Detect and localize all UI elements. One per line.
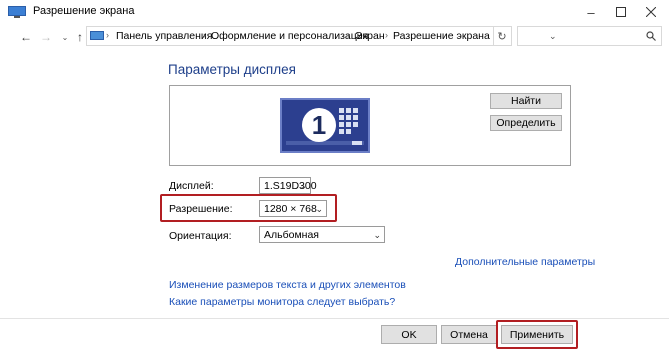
orientation-select[interactable]: Альбомная ⌄ <box>259 226 385 243</box>
forward-button[interactable]: → <box>39 28 53 46</box>
maximize-button[interactable] <box>606 0 636 24</box>
chevron-down-icon: ⌄ <box>315 204 323 214</box>
close-button[interactable] <box>636 0 666 24</box>
breadcrumb-appearance[interactable]: Оформление и персонализация <box>211 30 368 42</box>
breadcrumb-screen-resolution[interactable]: Разрешение экрана <box>393 30 490 42</box>
close-icon <box>646 7 656 17</box>
orientation-label: Ориентация: <box>169 230 232 242</box>
monitor-icon <box>8 6 26 18</box>
refresh-icon: ↻ <box>497 30 507 43</box>
monitor-number: 1 <box>311 109 327 140</box>
display-value: 1.S19D300 <box>264 179 317 192</box>
resolution-select[interactable]: 1280 × 768 ⌄ <box>259 200 327 217</box>
minimize-button[interactable]: – <box>576 0 606 24</box>
title-bar: Разрешение экрана – <box>0 0 669 24</box>
display-select[interactable]: 1.S19D300 ⌄ <box>259 177 317 194</box>
breadcrumb-control-panel[interactable]: Панель управления <box>116 30 212 42</box>
text-size-link[interactable]: Изменение размеров текста и других элеме… <box>169 279 406 291</box>
find-button[interactable]: Найти <box>490 93 562 109</box>
resolution-label: Разрешение: <box>169 203 233 215</box>
recent-locations-button[interactable]: ⌄ <box>58 28 72 46</box>
maximize-icon <box>616 7 626 17</box>
search-input[interactable] <box>517 26 662 46</box>
identify-button[interactable]: Определить <box>490 115 562 131</box>
breadcrumb-display[interactable]: Экран <box>355 30 385 42</box>
control-panel-icon <box>90 31 104 40</box>
breadcrumb-separator-icon: › <box>347 30 350 40</box>
display-preview-area: 1 Найти Определить <box>169 85 571 166</box>
resolution-value: 1280 × 768 <box>264 202 317 215</box>
cancel-button[interactable]: Отмена <box>441 325 497 344</box>
ok-button[interactable]: OK <box>381 325 437 344</box>
address-bar[interactable]: › Панель управления › Оформление и персо… <box>86 26 557 46</box>
footer-divider <box>0 318 669 319</box>
breadcrumb-separator-icon: › <box>385 30 388 40</box>
window-title: Разрешение экрана <box>33 5 135 17</box>
refresh-button[interactable]: ↻ <box>493 27 510 45</box>
chevron-down-icon: ⌄ <box>373 230 381 240</box>
breadcrumb-separator-icon: › <box>203 30 206 40</box>
up-button[interactable]: ↑ <box>73 28 87 46</box>
page-title: Параметры дисплея <box>168 62 296 77</box>
display-label: Дисплей: <box>169 180 214 192</box>
back-button[interactable]: ← <box>19 28 33 46</box>
monitor-number-badge: 1 <box>302 108 336 142</box>
orientation-value: Альбомная <box>264 228 319 241</box>
monitor-1-preview[interactable]: 1 <box>280 98 370 153</box>
monitor-params-link[interactable]: Какие параметры монитора следует выбрать… <box>169 296 395 308</box>
apply-button[interactable]: Применить <box>501 325 573 344</box>
search-icon <box>646 31 656 41</box>
advanced-settings-link[interactable]: Дополнительные параметры <box>455 256 595 268</box>
breadcrumb-separator-icon: › <box>106 30 109 40</box>
navigation-bar: ← → ⌄ ↑ › Панель управления › Оформление… <box>0 24 669 50</box>
chevron-down-icon: ⌄ <box>299 181 307 191</box>
